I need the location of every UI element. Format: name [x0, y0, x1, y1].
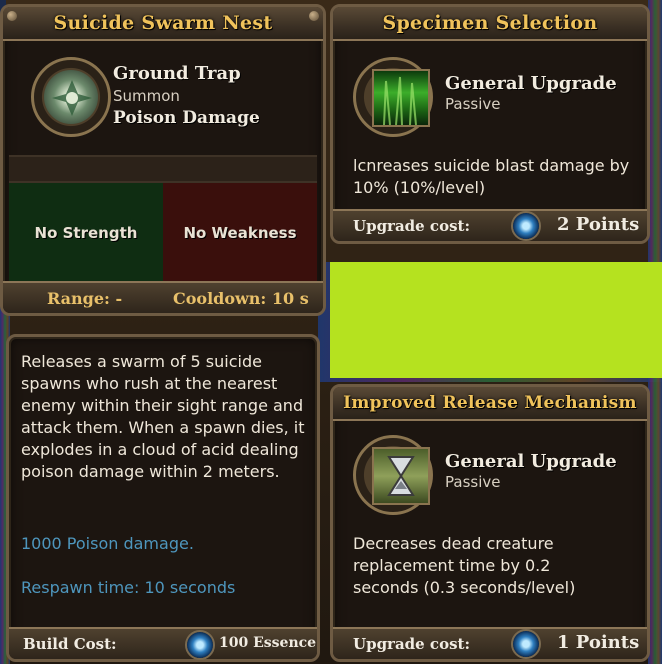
- rivet: [309, 11, 319, 21]
- essence-icon: [511, 629, 541, 659]
- upgrade-cost-bar: Upgrade cost: 2 Points: [333, 209, 647, 241]
- strength-cell: No Strength: [9, 183, 165, 283]
- upgrade-type: Passive: [445, 95, 501, 113]
- weakness-label: No Weakness: [183, 224, 297, 242]
- tower-description-panel: Releases a swarm of 5 suicide spawns who…: [6, 334, 320, 662]
- respawn-stat: Respawn time: 10 seconds: [21, 578, 236, 597]
- cooldown-label: Cooldown: 10 s: [173, 289, 309, 308]
- essence-icon: [511, 211, 541, 241]
- upgrade-title: Specimen Selection: [382, 12, 598, 34]
- tower-description: Releases a swarm of 5 suicide spawns who…: [21, 352, 305, 481]
- essence-icon: [185, 630, 215, 660]
- damage-stat: 1000 Poison damage.: [21, 534, 194, 553]
- upgrade-description: lcnreases suicide blast damage by 10% (1…: [353, 156, 630, 197]
- weakness-cell: No Weakness: [163, 183, 317, 283]
- upgrade-panel-specimen: Specimen Selection General Upgrade Passi…: [330, 4, 650, 244]
- range-cooldown-bar: Range: - Cooldown: 10 s: [3, 281, 323, 313]
- strength-label: No Strength: [34, 224, 138, 242]
- tower-title-bar: Suicide Swarm Nest: [3, 7, 323, 41]
- green-specimen-icon: [372, 69, 430, 127]
- upgrade-title-bar: Improved Release Mechanism: [333, 387, 647, 421]
- tower-name: Ground Trap: [113, 63, 241, 84]
- upgrade-type: Passive: [445, 473, 501, 491]
- upgrade-name: General Upgrade: [445, 451, 617, 472]
- hourglass-icon: [372, 447, 430, 505]
- upgrade-name: General Upgrade: [445, 73, 617, 94]
- ground-trap-icon: [31, 57, 111, 137]
- upgrade-description: Decreases dead creature replacement time…: [353, 534, 576, 597]
- range-label: Range: -: [47, 289, 123, 308]
- tower-title: Suicide Swarm Nest: [53, 12, 273, 34]
- upgrade-cost-bar: Upgrade cost: 1 Points: [333, 627, 647, 659]
- upgrade-cost-label: Upgrade cost:: [353, 635, 470, 653]
- rivet: [7, 11, 17, 21]
- upgrade-panel-release: Improved Release Mechanism General Upgra…: [330, 384, 650, 662]
- upgrade-title: Improved Release Mechanism: [343, 393, 637, 413]
- divider-bar: [9, 155, 317, 183]
- build-cost-bar: Build Cost: 100 Essence: [9, 627, 317, 660]
- upgrade-cost-value[interactable]: 2 Points: [557, 214, 639, 235]
- upgrade-cost-value[interactable]: 1 Points: [557, 632, 639, 653]
- tower-info-panel: Suicide Swarm Nest Ground Trap Summon Po…: [0, 4, 326, 316]
- upgrade-cost-label: Upgrade cost:: [353, 217, 470, 235]
- upgrade-title-bar: Specimen Selection: [333, 7, 647, 41]
- build-cost-value: 100 Essence: [219, 635, 317, 651]
- tower-category: Summon: [113, 87, 180, 105]
- damage-type: Poison Damage: [113, 108, 260, 128]
- highlight-block: [330, 262, 662, 378]
- build-cost-label: Build Cost:: [23, 635, 117, 653]
